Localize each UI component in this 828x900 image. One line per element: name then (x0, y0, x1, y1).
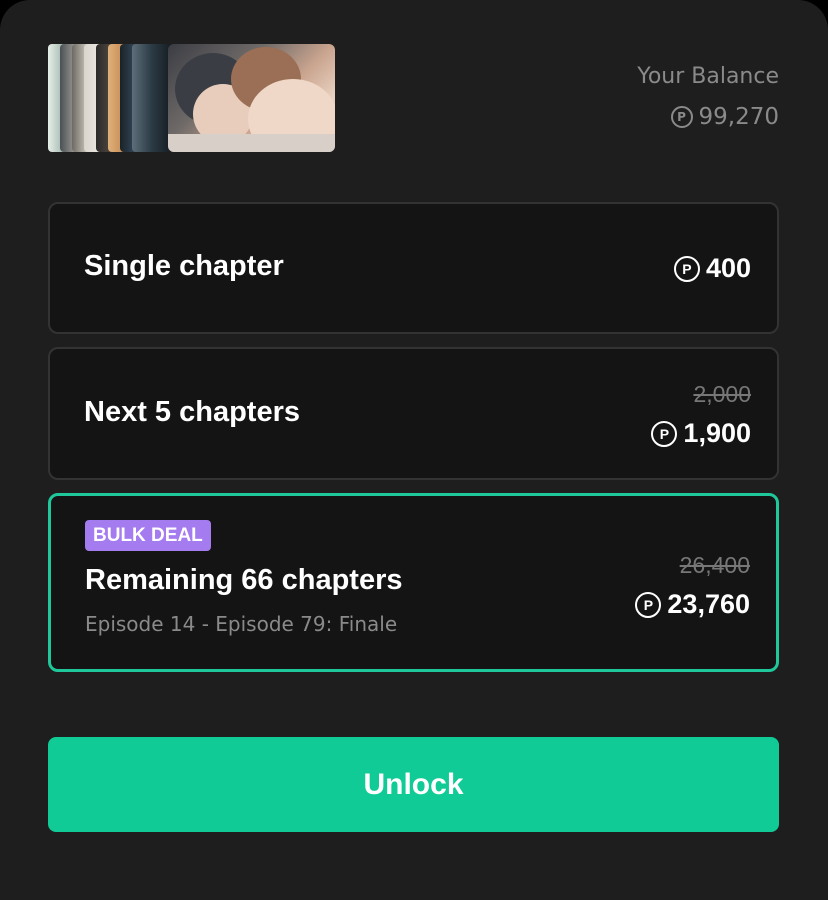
option-next-5-chapters[interactable]: Next 5 chapters 2,000 P 1,900 (48, 347, 779, 480)
bulk-deal-badge: BULK DEAL (85, 520, 211, 551)
option-price: P 1,900 (651, 418, 751, 449)
option-title: Next 5 chapters (84, 396, 300, 428)
option-single-chapter[interactable]: Single chapter P 400 (48, 202, 779, 334)
purchase-sheet: Your Balance P 99,270 Single chapter P 4… (0, 0, 828, 900)
balance-amount-row: P 99,270 (637, 104, 779, 130)
cover-thumb (132, 44, 172, 152)
series-cover-image (168, 44, 335, 152)
original-price: 26,400 (679, 552, 750, 578)
price-value: 400 (705, 253, 751, 283)
coin-icon: P (651, 420, 678, 447)
coin-icon: P (670, 106, 693, 128)
balance-panel: Your Balance P 99,270 (637, 62, 779, 130)
option-title: Remaining 66 chapters (85, 564, 403, 596)
coin-icon: P (635, 591, 662, 618)
balance-label: Your Balance (637, 64, 779, 89)
price-value: 1,900 (683, 418, 751, 448)
unlock-button[interactable]: Unlock (48, 737, 779, 832)
original-price: 2,000 (693, 381, 751, 407)
episode-range: Episode 14 - Episode 79: Finale (85, 612, 398, 636)
price-value: 23,760 (667, 589, 750, 619)
balance-amount: 99,270 (698, 104, 779, 130)
option-title: Single chapter (84, 250, 284, 282)
option-price: P 400 (673, 253, 751, 284)
series-cover-stack (48, 44, 335, 152)
coin-icon: P (673, 255, 700, 282)
option-price: P 23,760 (635, 589, 750, 620)
option-remaining-chapters[interactable]: BULK DEAL Remaining 66 chapters Episode … (48, 493, 779, 672)
